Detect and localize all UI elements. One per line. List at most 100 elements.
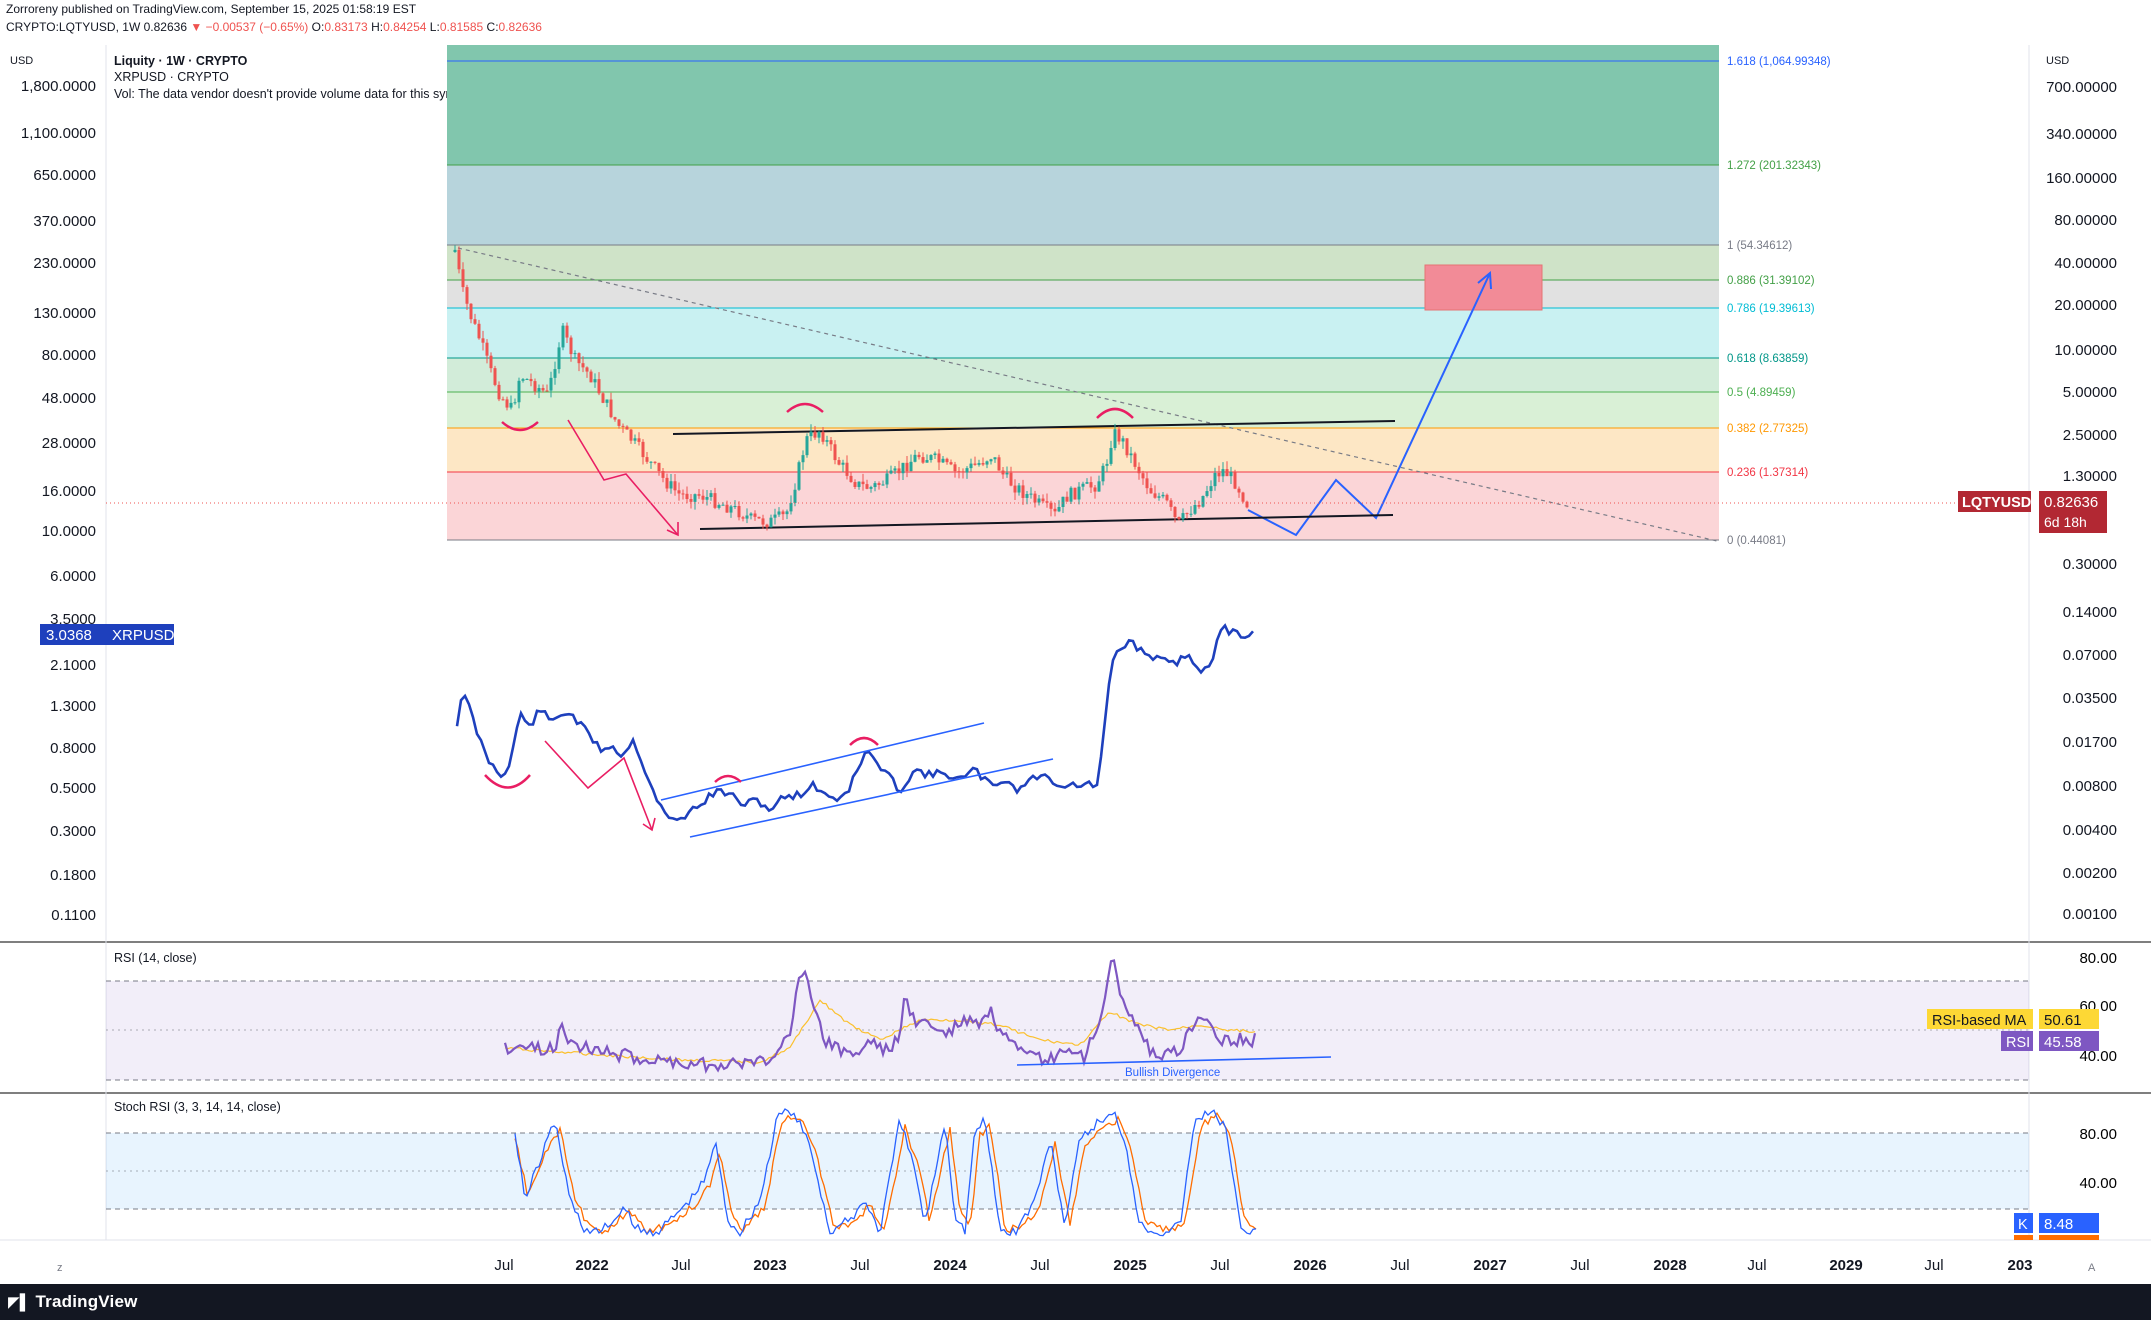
- stoch-k-tag[interactable]: K 8.48: [2014, 1213, 2099, 1233]
- candle-body: [701, 495, 705, 500]
- fib-label: 1.618 (1,064.99348): [1727, 56, 1831, 68]
- time-tick: Jul: [1747, 1257, 1766, 1274]
- timezone-icon[interactable]: z: [57, 1262, 63, 1274]
- left-tick: 10.0000: [42, 523, 96, 540]
- candle-body: [1197, 505, 1201, 507]
- xrp-decline-arrow[interactable]: [544, 740, 653, 831]
- candle-body: [513, 402, 517, 404]
- time-tick: 203: [2007, 1257, 2032, 1274]
- fib-label: 0 (0.44081): [1727, 535, 1786, 547]
- candle-body: [697, 494, 701, 496]
- candle-body: [561, 325, 565, 348]
- candle-body: [1097, 481, 1101, 492]
- candle-body: [945, 458, 949, 463]
- candle-body: [1237, 488, 1241, 493]
- stoch-d-tag[interactable]: [2014, 1235, 2099, 1240]
- candle-body: [1137, 466, 1141, 474]
- candle-body: [565, 325, 569, 338]
- candle-body: [753, 513, 757, 517]
- candle-body: [785, 511, 789, 515]
- candle-body: [1105, 463, 1109, 466]
- right-tick: 0.03500: [2063, 690, 2117, 707]
- xrp-line[interactable]: [455, 623, 1254, 822]
- right-tick: 1.30000: [2063, 468, 2117, 485]
- right-tick: 0.07000: [2063, 647, 2117, 664]
- candle-body: [605, 399, 609, 403]
- left-currency: USD: [10, 55, 33, 67]
- candle-body: [781, 511, 785, 515]
- candle-body: [1037, 498, 1041, 503]
- lqty-price-tag[interactable]: LQTYUSD 0.82636 6d 18h: [1958, 491, 2107, 533]
- candle-body: [489, 355, 493, 369]
- candle-body: [869, 487, 873, 489]
- right-tick: 80.00000: [2054, 212, 2117, 229]
- candle-body: [517, 380, 521, 403]
- right-tick: 0.00800: [2063, 778, 2117, 795]
- candle-body: [1145, 478, 1149, 489]
- candle-body: [977, 463, 981, 465]
- candle-body: [917, 454, 921, 458]
- candle-body: [1133, 453, 1137, 467]
- candle-body: [1177, 517, 1181, 520]
- right-tick: 0.30000: [2063, 556, 2117, 573]
- candle-body: [573, 353, 577, 355]
- candle-body: [769, 517, 773, 528]
- candle-body: [957, 471, 961, 473]
- candle-body: [857, 481, 861, 487]
- candle-body: [1241, 492, 1245, 502]
- candle-body: [709, 493, 713, 498]
- candle-body: [793, 489, 797, 503]
- left-tick: 1,800.0000: [21, 78, 96, 95]
- candle-body: [693, 494, 697, 502]
- xrp-price-tag[interactable]: 3.0368 XRPUSD: [40, 624, 175, 645]
- left-tick: 130.0000: [33, 305, 96, 322]
- rsi-ma-tag-value: 50.61: [2044, 1012, 2082, 1029]
- candle-body: [761, 518, 765, 525]
- stoch-d-tag-label-bg: [2014, 1235, 2033, 1240]
- candle-body: [969, 463, 973, 469]
- chart-canvas[interactable]: 1.618 (1,064.99348) 1.272 (201.32343) 1 …: [0, 0, 2151, 1284]
- xrp-channel-lower[interactable]: [689, 758, 1054, 838]
- candle-body: [621, 425, 625, 427]
- xrp-channel-upper[interactable]: [660, 722, 985, 801]
- candle-body: [953, 464, 957, 472]
- candle-body: [1005, 472, 1009, 475]
- stoch-d-tag-value-bg: [2039, 1235, 2099, 1240]
- candle-body: [629, 429, 633, 441]
- candle-body: [901, 462, 905, 474]
- xrp-pattern-arc[interactable]: [849, 736, 879, 746]
- candle-body: [1213, 472, 1217, 487]
- candle-body: [885, 473, 889, 485]
- candle-body: [485, 342, 489, 356]
- candle-body: [801, 455, 805, 463]
- right-tick: 20.00000: [2054, 297, 2117, 314]
- rsi-tag[interactable]: RSI 45.58: [2001, 1031, 2099, 1051]
- auto-scale-icon[interactable]: A: [2088, 1262, 2096, 1274]
- candle-body: [537, 388, 541, 392]
- rsi-tag-label: RSI: [2006, 1035, 2030, 1051]
- xrp-tag-symbol: XRPUSD: [112, 627, 175, 644]
- candle-body: [805, 436, 809, 456]
- tradingview-logo[interactable]: ◤▌ TradingView: [8, 1292, 138, 1312]
- candle-body: [557, 347, 561, 370]
- candle-body: [1065, 496, 1069, 502]
- left-tick: 230.0000: [33, 255, 96, 272]
- candle-body: [897, 468, 901, 474]
- candle-body: [593, 379, 597, 383]
- candle-body: [825, 440, 829, 442]
- time-tick: Jul: [671, 1257, 690, 1274]
- candle-body: [1081, 483, 1085, 487]
- candle-body: [765, 524, 769, 528]
- candle-body: [749, 513, 753, 516]
- candle-body: [813, 431, 817, 438]
- right-currency: USD: [2046, 55, 2069, 67]
- xrp-pattern-arc[interactable]: [484, 774, 531, 789]
- rsi-ma-tag[interactable]: RSI-based MA 50.61: [1927, 1009, 2099, 1029]
- candle-body: [981, 463, 985, 465]
- candle-body: [905, 462, 909, 472]
- rsi-tick: 80.00: [2079, 950, 2117, 967]
- candle-body: [645, 457, 649, 462]
- time-tick: Jul: [1924, 1257, 1943, 1274]
- left-tick: 0.5000: [50, 780, 96, 797]
- rsi-tag-value: 45.58: [2044, 1034, 2082, 1051]
